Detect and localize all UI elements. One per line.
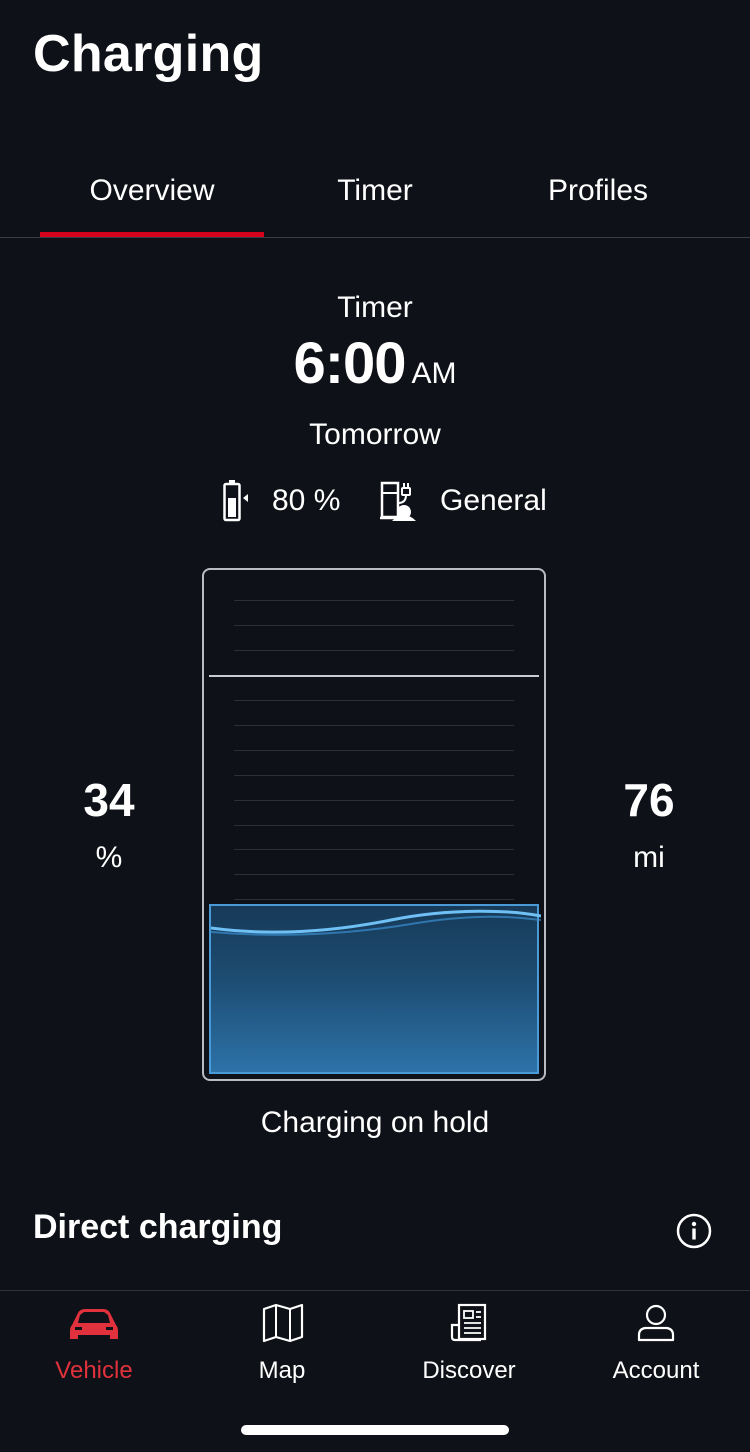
charging-profile-name: General bbox=[440, 484, 547, 517]
state-of-charge-value: 34 bbox=[83, 774, 135, 826]
wave-graphic bbox=[211, 909, 541, 936]
target-charge: 80 % bbox=[222, 476, 340, 526]
nav-map[interactable]: Map bbox=[188, 1291, 376, 1401]
battery-gauge bbox=[202, 568, 546, 1081]
gauge-tick-line bbox=[234, 600, 514, 601]
state-of-charge-unit: % bbox=[95, 841, 123, 874]
state-of-charge: 34 % bbox=[39, 772, 179, 888]
target-charge-line bbox=[209, 675, 539, 677]
target-charge-value: 80 % bbox=[272, 484, 341, 517]
timer-time-value: 6:00 bbox=[293, 331, 406, 396]
map-icon bbox=[262, 1303, 304, 1343]
gauge-tick-line bbox=[234, 650, 514, 651]
car-icon bbox=[70, 1303, 118, 1343]
gauge-tick-line bbox=[234, 725, 514, 726]
charging-status: Charging on hold bbox=[260, 1106, 490, 1139]
battery-fill-level bbox=[209, 904, 541, 1074]
timer-day: Tomorrow bbox=[309, 418, 441, 451]
charging-station-icon bbox=[380, 479, 422, 523]
timer-ampm: AM bbox=[411, 357, 457, 390]
info-icon[interactable] bbox=[676, 1213, 712, 1249]
remaining-range: 76 mi bbox=[579, 772, 719, 888]
tab-overview[interactable]: Overview bbox=[40, 160, 264, 237]
nav-map-label: Map bbox=[258, 1357, 306, 1384]
timer-label: Timer bbox=[337, 291, 413, 324]
remaining-range-unit: mi bbox=[633, 841, 665, 874]
gauge-tick-line bbox=[234, 899, 514, 900]
news-icon bbox=[449, 1303, 489, 1343]
page-title: Charging bbox=[33, 25, 264, 83]
gauge-tick-line bbox=[234, 775, 514, 776]
gauge-tick-line bbox=[234, 625, 514, 626]
nav-account-label: Account bbox=[612, 1357, 700, 1384]
charging-profile[interactable]: General bbox=[380, 476, 547, 526]
gauge-tick-line bbox=[234, 750, 514, 751]
user-icon bbox=[636, 1303, 676, 1343]
nav-vehicle-label: Vehicle bbox=[55, 1357, 133, 1384]
tab-profiles[interactable]: Profiles bbox=[486, 160, 710, 236]
nav-discover-label: Discover bbox=[422, 1357, 516, 1384]
nav-account[interactable]: Account bbox=[562, 1291, 750, 1401]
gauge-tick-line bbox=[234, 800, 514, 801]
gauge-tick-line bbox=[234, 874, 514, 875]
timer-time: 6:00 AM bbox=[0, 328, 750, 415]
tab-bar: Overview Timer Profiles bbox=[0, 160, 750, 238]
gauge-tick-line bbox=[234, 825, 514, 826]
nav-vehicle[interactable]: Vehicle bbox=[0, 1291, 188, 1401]
gauge-tick-line bbox=[234, 700, 514, 701]
timer-summary[interactable]: Timer 6:00 AM Tomorrow bbox=[0, 288, 750, 455]
gauge-tick-line bbox=[234, 849, 514, 850]
home-indicator bbox=[241, 1425, 509, 1435]
remaining-range-value: 76 bbox=[623, 774, 675, 826]
battery-charge-icon bbox=[222, 479, 250, 523]
tab-timer[interactable]: Timer bbox=[263, 160, 487, 236]
nav-discover[interactable]: Discover bbox=[375, 1291, 563, 1401]
charge-info-row: 80 % General bbox=[0, 476, 750, 526]
direct-charging-title: Direct charging bbox=[33, 1208, 283, 1246]
